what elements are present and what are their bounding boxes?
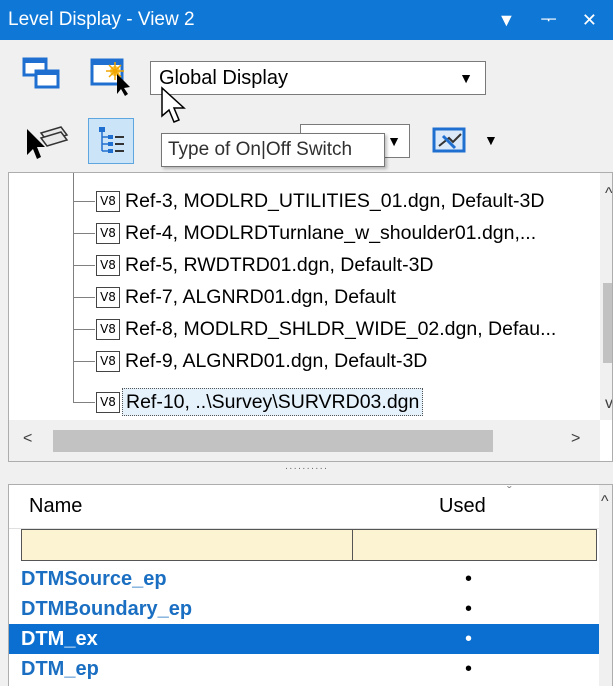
scroll-thumb[interactable] [603, 283, 612, 363]
tree-branch [73, 233, 95, 234]
level-filter-button[interactable] [428, 118, 474, 164]
splitter-grip: ·········· [284, 463, 329, 474]
v8-file-icon: V8 [96, 255, 120, 276]
level-used: • [465, 598, 473, 620]
reference-tree: V8 Ref-3, MODLRD_UTILITIES_01.dgn, Defau… [8, 172, 613, 462]
level-used: • [465, 658, 473, 680]
scroll-right-icon[interactable]: > [571, 430, 580, 448]
tree-branch [73, 402, 95, 403]
tree-branch [73, 361, 95, 362]
v8-file-icon: V8 [96, 392, 120, 413]
scroll-left-icon[interactable]: < [23, 430, 32, 448]
display-mode-select[interactable]: Global Display ▼ [150, 61, 486, 95]
pin-icon[interactable]: ᅮ [540, 10, 567, 30]
scroll-up-icon[interactable]: ^ [605, 185, 612, 203]
window-title: Level Display - View 2 [8, 9, 195, 30]
close-icon[interactable]: ✕ [582, 10, 607, 30]
tree-item-label: Ref-7, ALGNRD01.dgn, Default [125, 286, 396, 308]
arrow-layers-icon [27, 126, 69, 159]
sort-icon: ˇ [507, 484, 512, 499]
v8-file-icon: V8 [96, 319, 120, 340]
level-name: DTMBoundary_ep [21, 598, 193, 620]
title-bar: Level Display - View 2 ▼ ᅮ ✕ [0, 0, 613, 40]
views-button[interactable] [20, 52, 66, 98]
level-used: • [465, 568, 473, 590]
list-header: Name Used ˇ [9, 485, 599, 529]
table-row[interactable]: DTMBoundary_ep • [9, 594, 599, 624]
level-used: • [465, 628, 473, 650]
scroll-up-icon[interactable]: ^ [601, 493, 609, 511]
tree-item-label: Ref-10, ..\Survey\SURVRD03.dgn [122, 388, 424, 416]
table-row[interactable]: DTMSource_ep • [9, 564, 599, 594]
tree-branch [73, 201, 95, 202]
level-filter-dropdown-icon[interactable]: ▼ [484, 132, 498, 148]
v8-file-icon: V8 [96, 351, 120, 372]
tree-connector [73, 173, 74, 403]
list-vertical-scrollbar[interactable]: ^ [599, 485, 612, 686]
tree-branch [73, 297, 95, 298]
scroll-thumb[interactable] [53, 430, 493, 452]
menu-dropdown-icon[interactable]: ▼ [497, 10, 525, 30]
tree-item-label: Ref-9, ALGNRD01.dgn, Default-3D [125, 350, 428, 372]
window-controls: ▼ ᅮ ✕ [497, 0, 607, 40]
panel-splitter[interactable]: ·········· [0, 462, 613, 484]
filter-row [21, 529, 597, 561]
v8-file-icon: V8 [96, 287, 120, 308]
chevron-down-icon: ▼ [459, 70, 473, 86]
tooltip: Type of On|Off Switch [161, 133, 385, 167]
new-level-button[interactable] [88, 52, 134, 98]
used-filter-input[interactable] [353, 530, 596, 560]
tree-item-label: Ref-3, MODLRD_UTILITIES_01.dgn, Default-… [125, 190, 545, 212]
table-row[interactable]: DTM_ep • [9, 654, 599, 684]
v8-file-icon: V8 [96, 223, 120, 244]
select-levels-button[interactable] [24, 118, 70, 164]
tree-vertical-scrollbar[interactable]: ^ v [600, 173, 612, 420]
level-name: DTM_ex [21, 628, 98, 650]
views-icon [22, 57, 60, 89]
new-window-icon [90, 58, 130, 96]
tree-item-label: Ref-8, MODLRD_SHLDR_WIDE_02.dgn, Defau..… [125, 318, 557, 340]
level-name: DTM_ep [21, 658, 99, 680]
v8-file-icon: V8 [96, 191, 120, 212]
level-name: DTMSource_ep [21, 568, 167, 590]
tree-branch [73, 265, 95, 266]
tree-horizontal-scrollbar[interactable]: < > [9, 420, 600, 461]
name-filter-input[interactable] [22, 530, 352, 560]
column-header-name[interactable]: Name [29, 495, 82, 518]
tree-branch [73, 329, 95, 330]
display-filter-icon [432, 127, 466, 153]
tree-list-icon [99, 127, 124, 153]
mouse-cursor-icon [161, 86, 186, 123]
chevron-down-icon: ▼ [387, 133, 401, 149]
tree-view-button[interactable] [88, 118, 134, 164]
scroll-down-icon[interactable]: v [605, 395, 612, 413]
tree-item-label: Ref-4, MODLRDTurnlane_w_shoulder01.dgn,.… [125, 222, 537, 244]
column-header-used[interactable]: Used [439, 495, 486, 518]
levels-list: Name Used ˇ DTMSource_ep • DTMBoundary_e… [8, 484, 613, 686]
tree-item-label: Ref-5, RWDTRD01.dgn, Default-3D [125, 254, 434, 276]
table-row-selected[interactable]: DTM_ex • [9, 624, 599, 654]
